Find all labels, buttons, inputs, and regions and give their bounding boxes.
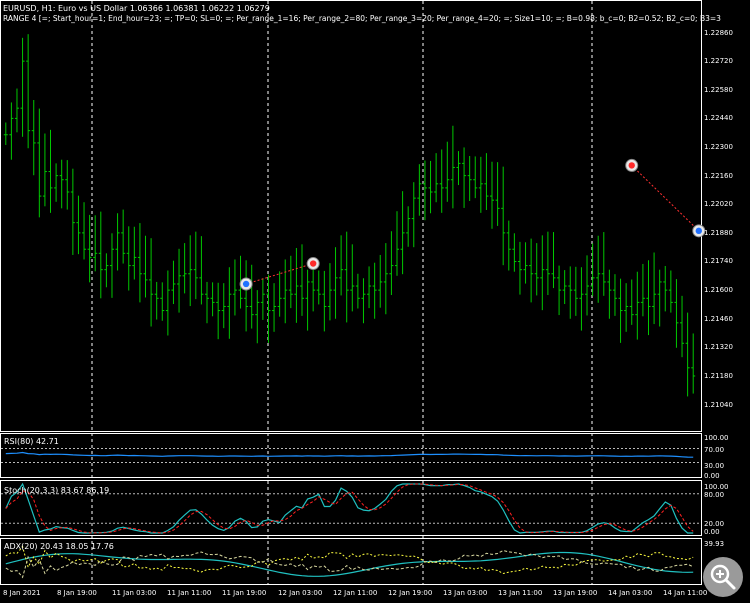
price-axis-label: 1.21880 <box>704 228 733 237</box>
price-axis-label: 1.21600 <box>704 286 733 295</box>
price-axis-label: 1.22020 <box>704 200 733 209</box>
price-axis-label: 1.22160 <box>704 171 733 180</box>
price-axis-label: 1.22860 <box>704 28 733 37</box>
price-axis-label: 1.21320 <box>704 343 733 352</box>
price-axis-label: 1.21040 <box>704 400 733 409</box>
price-axis-label: 1.21740 <box>704 257 733 266</box>
chart-canvas[interactable] <box>0 0 750 603</box>
time-axis-label: 11 Jan 19:00 <box>222 589 267 597</box>
buy-signal-dot <box>695 227 702 235</box>
rsi-label: RSI(80) 42.71 <box>4 437 59 446</box>
time-axis-label: 13 Jan 03:00 <box>443 589 488 597</box>
main-panel-frame <box>0 0 702 432</box>
indicator-params: RANGE 4 [=; Start_hour=1; End_hour=23; =… <box>3 14 721 23</box>
time-axis-label: 11 Jan 03:00 <box>112 589 157 597</box>
price-axis-label: 1.22580 <box>704 85 733 94</box>
price-axis-label: 1.22300 <box>704 143 733 151</box>
rsi-axis-30: 30.00 <box>704 462 725 470</box>
stoch-axis-20: 20.00 <box>704 520 725 528</box>
adx-label: ADX(20) 20.43 18.05 17.76 <box>4 542 114 551</box>
time-axis-label: 12 Jan 11:00 <box>333 589 378 597</box>
stoch-label: Stoch(20,3,3) 83.67 86.19 <box>4 486 110 495</box>
rsi-axis-0: 0.00 <box>704 472 720 480</box>
price-axis-label: 1.22720 <box>704 57 733 66</box>
price-axis-label: 1.22440 <box>704 114 733 123</box>
stoch-axis-100: 100.00 <box>704 483 729 491</box>
time-axis-label: 8 Jan 2021 <box>3 589 41 597</box>
price-axis-label: 1.21180 <box>704 371 733 380</box>
time-axis-label: 14 Jan 11:00 <box>663 589 708 597</box>
zoom-icon[interactable] <box>703 557 743 597</box>
stoch-axis-0: 0.00 <box>704 528 720 536</box>
time-axis-label: 11 Jan 11:00 <box>167 589 212 597</box>
time-axis-label: 13 Jan 19:00 <box>553 589 598 597</box>
rsi-axis-100: 100.00 <box>704 434 729 442</box>
time-axis-label: 14 Jan 03:00 <box>608 589 653 597</box>
time-axis-label: 12 Jan 03:00 <box>278 589 323 597</box>
buy-signal-dot <box>242 280 250 288</box>
rsi-line <box>5 451 694 458</box>
sell-signal-dot <box>309 260 317 267</box>
adx-axis-max: 39.93 <box>704 540 725 548</box>
time-axis-label: 12 Jan 19:00 <box>388 589 433 597</box>
rsi-axis-70: 70.00 <box>704 446 725 454</box>
time-axis-label: 13 Jan 11:00 <box>498 589 543 597</box>
symbol-header: EURUSD, H1: Euro vs US Dollar 1.06366 1.… <box>3 4 270 13</box>
price-axis-label: 1.21460 <box>704 314 733 323</box>
time-axis-label: 8 Jan 19:00 <box>57 589 97 597</box>
trade-link <box>631 165 700 232</box>
stoch-axis-80: 80.00 <box>704 491 725 499</box>
sell-signal-dot <box>628 162 635 169</box>
